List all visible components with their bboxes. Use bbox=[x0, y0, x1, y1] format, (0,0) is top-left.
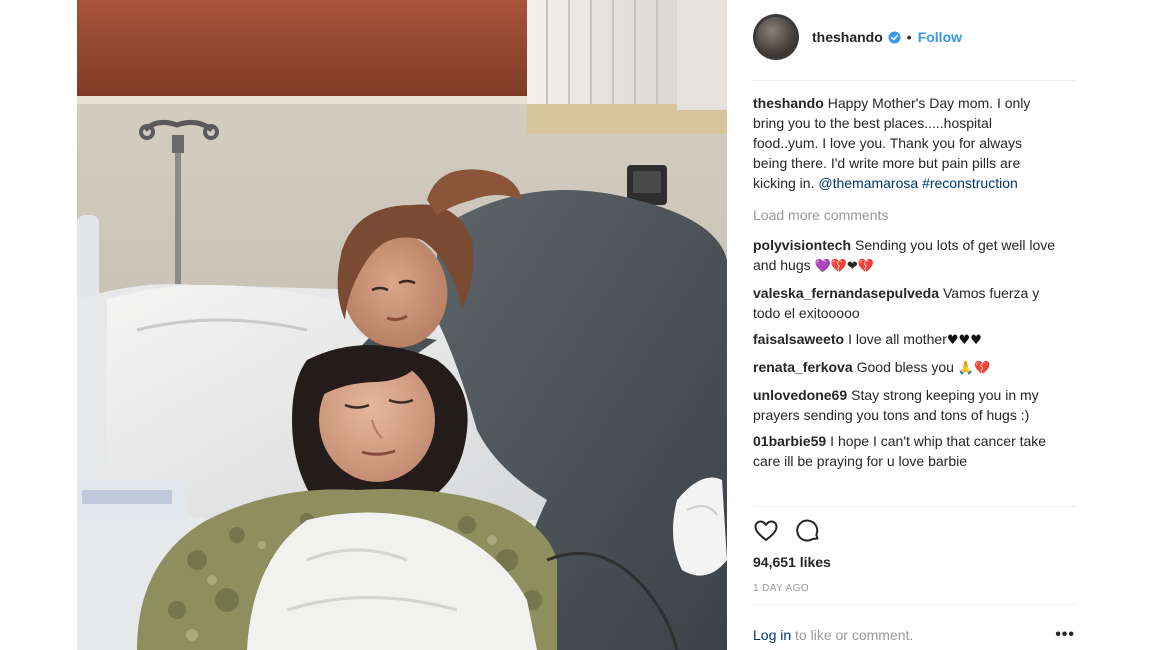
speech-bubble-icon[interactable] bbox=[795, 518, 821, 544]
caption-mention[interactable]: @themamarosa bbox=[818, 175, 918, 191]
post-timestamp: 1 DAY AGO bbox=[753, 583, 810, 594]
avatar[interactable] bbox=[753, 14, 799, 60]
comment-username[interactable]: 01barbie59 bbox=[753, 433, 826, 449]
post-header: theshando • Follow bbox=[753, 14, 1077, 60]
header-divider bbox=[753, 80, 1077, 81]
login-prompt-text: to like or comment. bbox=[791, 627, 914, 643]
post-photo[interactable] bbox=[77, 0, 727, 650]
comment-item: valeska_fernandasepulveda Vamos fuerza y … bbox=[753, 283, 1059, 323]
caption: theshando Happy Mother's Day mom. I only … bbox=[753, 93, 1059, 193]
comments-list[interactable]: theshando Happy Mother's Day mom. I only … bbox=[753, 93, 1059, 507]
comment-username[interactable]: faisalsaweeto bbox=[753, 331, 844, 347]
action-bar bbox=[753, 516, 837, 546]
verified-badge-icon bbox=[888, 30, 901, 44]
comment-username[interactable]: valeska_fernandasepulveda bbox=[753, 285, 939, 301]
footer-divider bbox=[753, 604, 1077, 605]
comment-username[interactable]: unlovedone69 bbox=[753, 387, 847, 403]
follow-button[interactable]: Follow bbox=[918, 29, 962, 45]
comment-item: unlovedone69 Stay strong keeping you in m… bbox=[753, 385, 1059, 425]
comment-item: faisalsaweeto I love all mother♥♥♥ bbox=[753, 329, 1059, 351]
heart-outline-icon[interactable] bbox=[753, 518, 779, 544]
login-prompt: Log in to like or comment. bbox=[753, 627, 913, 643]
comment-emoji: 🙏💔 bbox=[957, 361, 991, 376]
comment-item: polyvisiontech Sending you lots of get we… bbox=[753, 235, 1059, 277]
post-side-panel: theshando • Follow theshando Happy Mother… bbox=[727, 0, 1077, 650]
header-username[interactable]: theshando bbox=[812, 29, 883, 45]
caption-username[interactable]: theshando bbox=[753, 95, 824, 111]
comment-emoji: ♥♥♥ bbox=[946, 333, 982, 348]
comment-item: 01barbie59 I hope I can't whip that cance… bbox=[753, 431, 1059, 471]
load-more-comments-button[interactable]: Load more comments bbox=[753, 205, 1059, 225]
caption-hashtag[interactable]: #reconstruction bbox=[922, 175, 1018, 191]
ellipsis-icon[interactable]: ••• bbox=[1055, 626, 1075, 644]
login-link[interactable]: Log in bbox=[753, 627, 791, 643]
likes-count[interactable]: 94,651 likes bbox=[753, 554, 831, 570]
header-separator: • bbox=[906, 29, 912, 45]
comment-username[interactable]: polyvisiontech bbox=[753, 237, 851, 253]
comment-emoji: 💜💔❤💔 bbox=[814, 259, 874, 274]
comment-text: Good bless you bbox=[856, 359, 954, 375]
comments-divider bbox=[753, 506, 1077, 507]
hospital-photo-illustration bbox=[77, 0, 727, 650]
comment-username[interactable]: renata_ferkova bbox=[753, 359, 853, 375]
comment-text: I love all mother bbox=[848, 331, 947, 347]
comment-item: renata_ferkova Good bless you 🙏💔 bbox=[753, 357, 1059, 379]
